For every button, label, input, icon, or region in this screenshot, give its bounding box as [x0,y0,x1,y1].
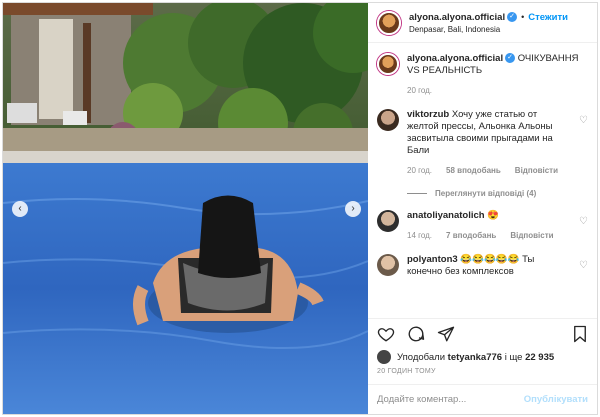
post-location[interactable]: Denpasar, Bali, Indonesia [409,25,597,34]
post-timestamp[interactable]: 20 ГОДИН ТОМУ [368,366,597,384]
comment-meta: 14 год. 7 вподобань Відповісти [407,230,571,242]
comment-input-bar: Додайте коментар... Опублікувати [368,384,597,414]
view-replies-label: Переглянути відповіді (4) [435,189,537,198]
liker-username[interactable]: tetyanka776 [448,352,502,363]
comment-time[interactable]: 20 год. [407,165,432,177]
separator-dot: • [521,11,525,22]
pool-photo-illustration [3,3,368,414]
comment-body: viktorzub Хочу уже статью от желтой прес… [407,109,571,177]
post-sidebar: alyona.alyona.official ✓ • Стежити Denpasar… [368,3,597,414]
author-username[interactable]: alyona.alyona.official [409,12,505,23]
like-comment-heart-icon[interactable]: ♡ [579,260,588,278]
caption-username[interactable]: alyona.alyona.official [407,53,503,64]
view-replies-button[interactable]: Переглянути відповіді (4) [407,189,588,198]
comment-row: viktorzub Хочу уже статью от желтой прес… [377,109,588,177]
verified-badge-icon: ✓ [505,53,516,64]
likes-middle: і ще [504,351,523,363]
caption-meta: 20 год. [407,85,588,97]
comment-row: anatoliyanatolich 😍 14 год. 7 вподобань … [377,210,588,242]
comment-meta: 20 год. 58 вподобань Відповісти [407,165,571,177]
comment-username[interactable]: anatoliyanatolich [407,210,485,221]
comment-body: polyanton3 😂😂😂😂😂 Ты конечно без комплекс… [407,254,571,278]
liker-avatar[interactable] [377,350,391,364]
comment-body: anatoliyanatolich 😍 14 год. 7 вподобань … [407,210,571,242]
caption-row: alyona.alyona.official ✓ ОЧІКУВАННЯ VS РЕ… [377,53,588,97]
comments-list: alyona.alyona.official ✓ ОЧІКУВАННЯ VS РЕ… [368,43,597,318]
like-comment-heart-icon[interactable]: ♡ [579,216,588,242]
likes-count[interactable]: 22 935 [525,352,554,363]
comment-bubble-icon[interactable] [407,325,425,343]
comment-likes[interactable]: 58 вподобань [446,165,501,177]
save-bookmark-icon[interactable] [572,325,588,343]
previous-photo-button[interactable]: ‹ [12,201,28,217]
caption-time[interactable]: 20 год. [407,85,432,97]
likes-text: Уподобали tetyanka776 і ще 22 935 [397,352,554,363]
reply-button[interactable]: Відповісти [515,165,558,177]
likes-summary: Уподобали tetyanka776 і ще 22 935 [368,348,597,366]
comment-username[interactable]: viktorzub [407,109,449,120]
author-avatar[interactable] [377,10,401,35]
post-header: alyona.alyona.official ✓ • Стежити Denpasar… [368,3,597,43]
likes-prefix: Уподобали [397,351,446,363]
like-comment-heart-icon[interactable]: ♡ [579,115,588,177]
commenter-avatar[interactable] [377,210,399,232]
post-container: ‹ › alyona.alyona.official ✓ • Стежити Denp… [2,2,598,415]
caption-body: alyona.alyona.official ✓ ОЧІКУВАННЯ VS РЕ… [407,53,588,97]
replies-line [407,193,427,194]
follow-button[interactable]: Стежити [528,12,568,23]
next-photo-button[interactable]: › [345,201,361,217]
verified-badge-icon: ✓ [507,11,518,22]
like-heart-icon[interactable] [377,325,395,343]
post-actions [368,318,597,348]
comment-text: 😍 [487,210,500,221]
publish-button[interactable]: Опублікувати [524,394,588,405]
author-info: alyona.alyona.official ✓ • Стежити Denpasar… [409,12,597,34]
share-paper-plane-icon[interactable] [437,325,455,343]
comment-username[interactable]: polyanton3 [407,254,458,265]
caption-author-avatar[interactable] [377,53,399,75]
comment-row: polyanton3 😂😂😂😂😂 Ты конечно без комплекс… [377,254,588,278]
comment-input[interactable]: Додайте коментар... [377,394,524,405]
comment-likes[interactable]: 7 вподобань [446,230,496,242]
post-photo[interactable]: ‹ › [3,3,368,414]
commenter-avatar[interactable] [377,254,399,276]
reply-button[interactable]: Відповісти [510,230,553,242]
commenter-avatar[interactable] [377,109,399,131]
comment-time[interactable]: 14 год. [407,230,432,242]
